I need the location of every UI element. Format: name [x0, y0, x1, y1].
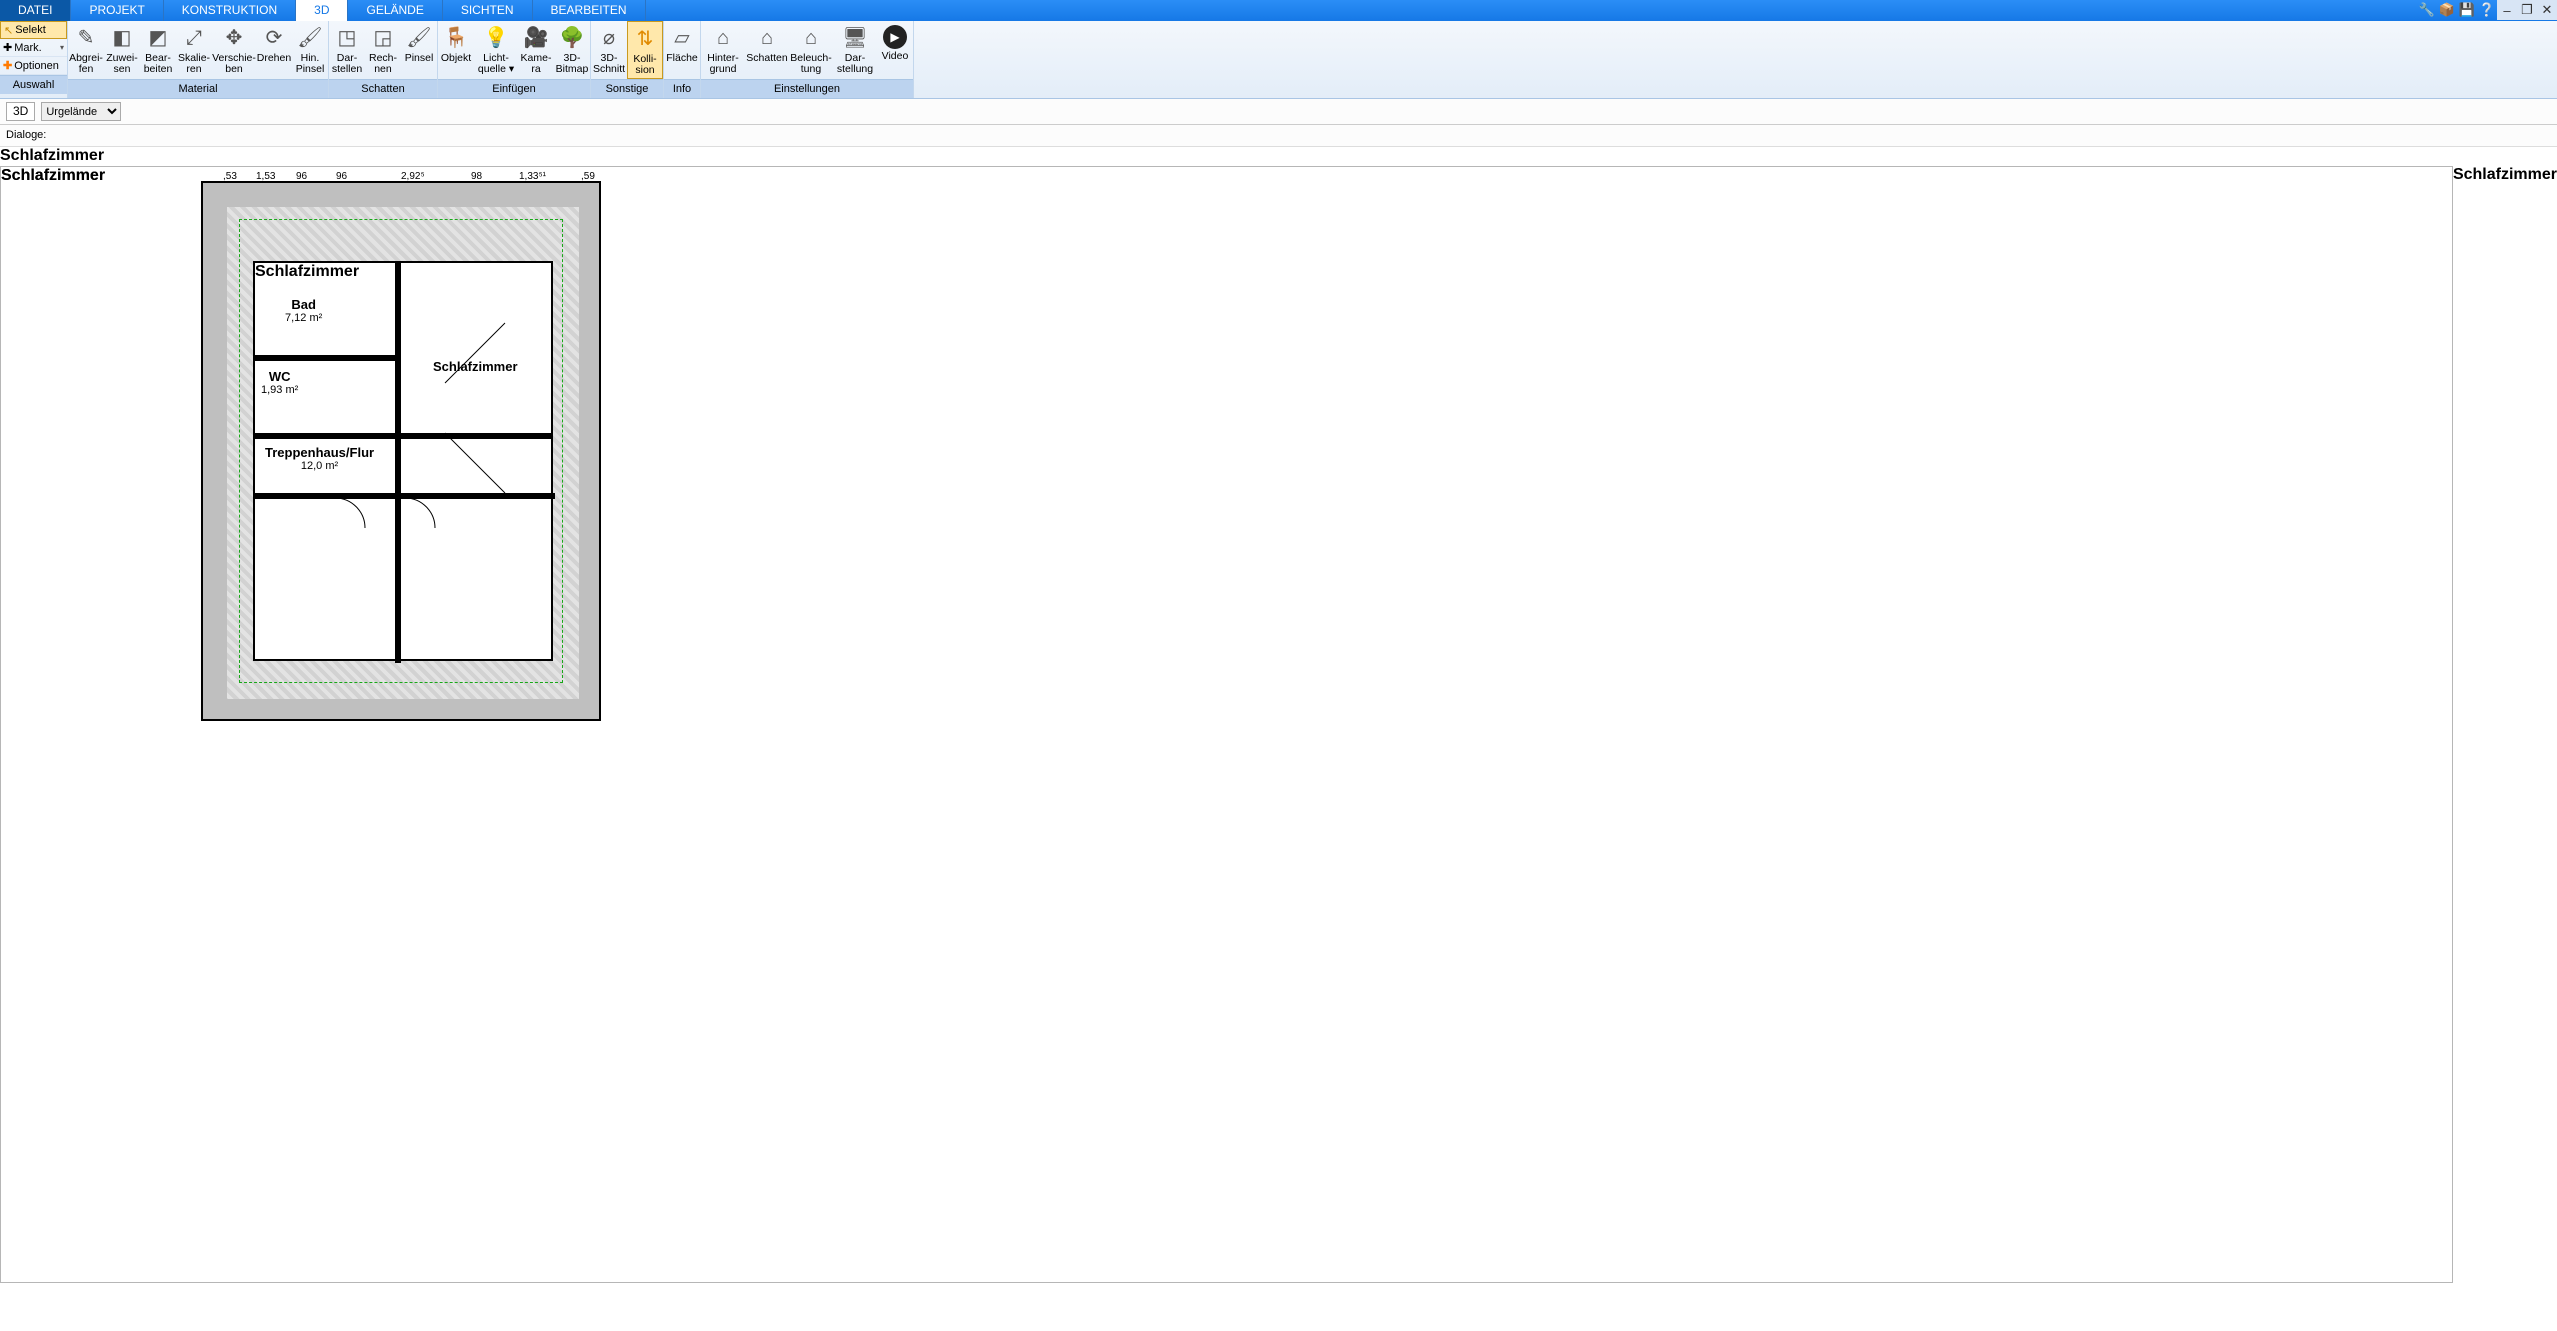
window-minimize-icon[interactable]: –	[2497, 0, 2517, 20]
mode-3d-label: 3D	[6, 102, 35, 121]
room-schlaf: Schlafzimmer	[433, 359, 518, 374]
zuweisen-button[interactable]: ◧Zuwei-sen	[104, 21, 140, 79]
menu-bar: DATEI PROJEKT KONSTRUKTION 3D GELÄNDE SI…	[0, 0, 2557, 21]
objekt-button[interactable]: 🪑Objekt	[438, 21, 474, 79]
group-info: ▱Fläche Info	[664, 21, 701, 98]
skalieren-button[interactable]: ⤢Skalie-ren	[176, 21, 212, 79]
tool-save-icon[interactable]: 💾	[2457, 0, 2477, 20]
lichtquelle-button[interactable]: 💡Licht-quelle ▾	[474, 21, 518, 79]
tab-datei[interactable]: DATEI	[0, 0, 71, 21]
workspace: ,53 1,53 96 96 2,92⁵ 98 1,33⁵¹ ,59 2,13 …	[0, 166, 2557, 1283]
abgreifen-button[interactable]: ✎Abgrei-fen	[68, 21, 104, 79]
schatten-setting-button[interactable]: ⌂Schatten	[745, 21, 789, 79]
plan-rooms: Bad7,12 m² WC1,93 m² Treppenhaus/Flur12,…	[253, 261, 553, 661]
group-material-label: Material	[68, 79, 328, 98]
group-info-label: Info	[664, 79, 700, 98]
dialog-bar: Dialoge:	[0, 125, 2557, 147]
darstellung-button[interactable]: 🖥Dar-stellung	[833, 21, 877, 79]
group-sonstige-label: Sonstige	[591, 79, 663, 98]
window-restore-icon[interactable]: ❐	[2517, 0, 2537, 20]
rechnen-button[interactable]: ◲Rech-nen	[365, 21, 401, 79]
group-einstellungen-label: Einstellungen	[701, 79, 913, 98]
auswahl-label: Auswahl	[0, 75, 67, 94]
tab-sichten[interactable]: SICHTEN	[443, 0, 533, 21]
flaeche-button[interactable]: ▱Fläche	[664, 21, 700, 79]
bitmap3d-button[interactable]: 🌳3D-Bitmap	[554, 21, 590, 79]
tab-3d[interactable]: 3D	[296, 0, 348, 21]
mode-toolbar: 3D Urgelände	[0, 99, 2557, 125]
schnitt3d-button[interactable]: ⌀3D-Schnitt	[591, 21, 627, 79]
plan-outline: Bad7,12 m² WC1,93 m² Treppenhaus/Flur12,…	[201, 181, 601, 721]
pane-2d[interactable]: ,53 1,53 96 96 2,92⁵ 98 1,33⁵¹ ,59 2,13 …	[0, 166, 2453, 1283]
room-flur: Treppenhaus/Flur12,0 m²	[265, 445, 374, 472]
tool-wrench-icon[interactable]: 🔧	[2417, 0, 2437, 20]
group-schatten-label: Schatten	[329, 79, 437, 98]
ribbon-side: ↖Selekt ✚Mark.▾ ✚Optionen Auswahl	[0, 21, 68, 98]
drehen-button[interactable]: ⟳Drehen	[256, 21, 292, 79]
tab-gelaende[interactable]: GELÄNDE	[348, 0, 442, 21]
ribbon: ↖Selekt ✚Mark.▾ ✚Optionen Auswahl ✎Abgre…	[0, 21, 2557, 99]
optionen-button[interactable]: ✚Optionen	[0, 57, 67, 75]
video-button[interactable]: ▶Video	[877, 21, 913, 79]
tab-bearbeiten[interactable]: BEARBEITEN	[533, 0, 646, 21]
bearbeiten-button[interactable]: ◩Bear-beiten	[140, 21, 176, 79]
pinsel-button[interactable]: 🖌Pinsel	[401, 21, 437, 79]
darstellen-button[interactable]: ◳Dar-stellen	[329, 21, 365, 79]
window-close-icon[interactable]: ✕	[2537, 0, 2557, 20]
verschieben-button[interactable]: ✥Verschie-ben	[212, 21, 256, 79]
kamera-button[interactable]: 🎥Kame-ra	[518, 21, 554, 79]
group-sonstige: ⌀3D-Schnitt ⇅Kolli-sion Sonstige	[591, 21, 664, 98]
group-einstellungen: ⌂Hinter-grund ⌂Schatten ⌂Beleuch-tung 🖥D…	[701, 21, 914, 98]
terrain-select[interactable]: Urgelände	[41, 102, 121, 121]
beleuchtung-button[interactable]: ⌂Beleuch-tung	[789, 21, 833, 79]
hintergrund-button[interactable]: ⌂Hinter-grund	[701, 21, 745, 79]
group-material: ✎Abgrei-fen ◧Zuwei-sen ◩Bear-beiten ⤢Ska…	[68, 21, 329, 98]
hintergrund-pinsel-button[interactable]: 🖌Hin.Pinsel	[292, 21, 328, 79]
selekt-button[interactable]: ↖Selekt	[0, 21, 67, 39]
group-einfuegen-label: Einfügen	[438, 79, 590, 98]
room-wc: WC1,93 m²	[261, 369, 298, 396]
group-schatten: ◳Dar-stellen ◲Rech-nen 🖌Pinsel Schatten	[329, 21, 438, 98]
group-einfuegen: 🪑Objekt 💡Licht-quelle ▾ 🎥Kame-ra 🌳3D-Bit…	[438, 21, 591, 98]
help-icon[interactable]: ❔	[2477, 0, 2497, 20]
room-bad: Bad7,12 m²	[285, 297, 322, 324]
tab-projekt[interactable]: PROJEKT	[71, 0, 163, 21]
mark-button[interactable]: ✚Mark.▾	[0, 39, 67, 57]
tab-konstruktion[interactable]: KONSTRUKTION	[164, 0, 296, 21]
tool-package-icon[interactable]: 📦	[2437, 0, 2457, 20]
kollision-button[interactable]: ⇅Kolli-sion	[627, 21, 663, 79]
